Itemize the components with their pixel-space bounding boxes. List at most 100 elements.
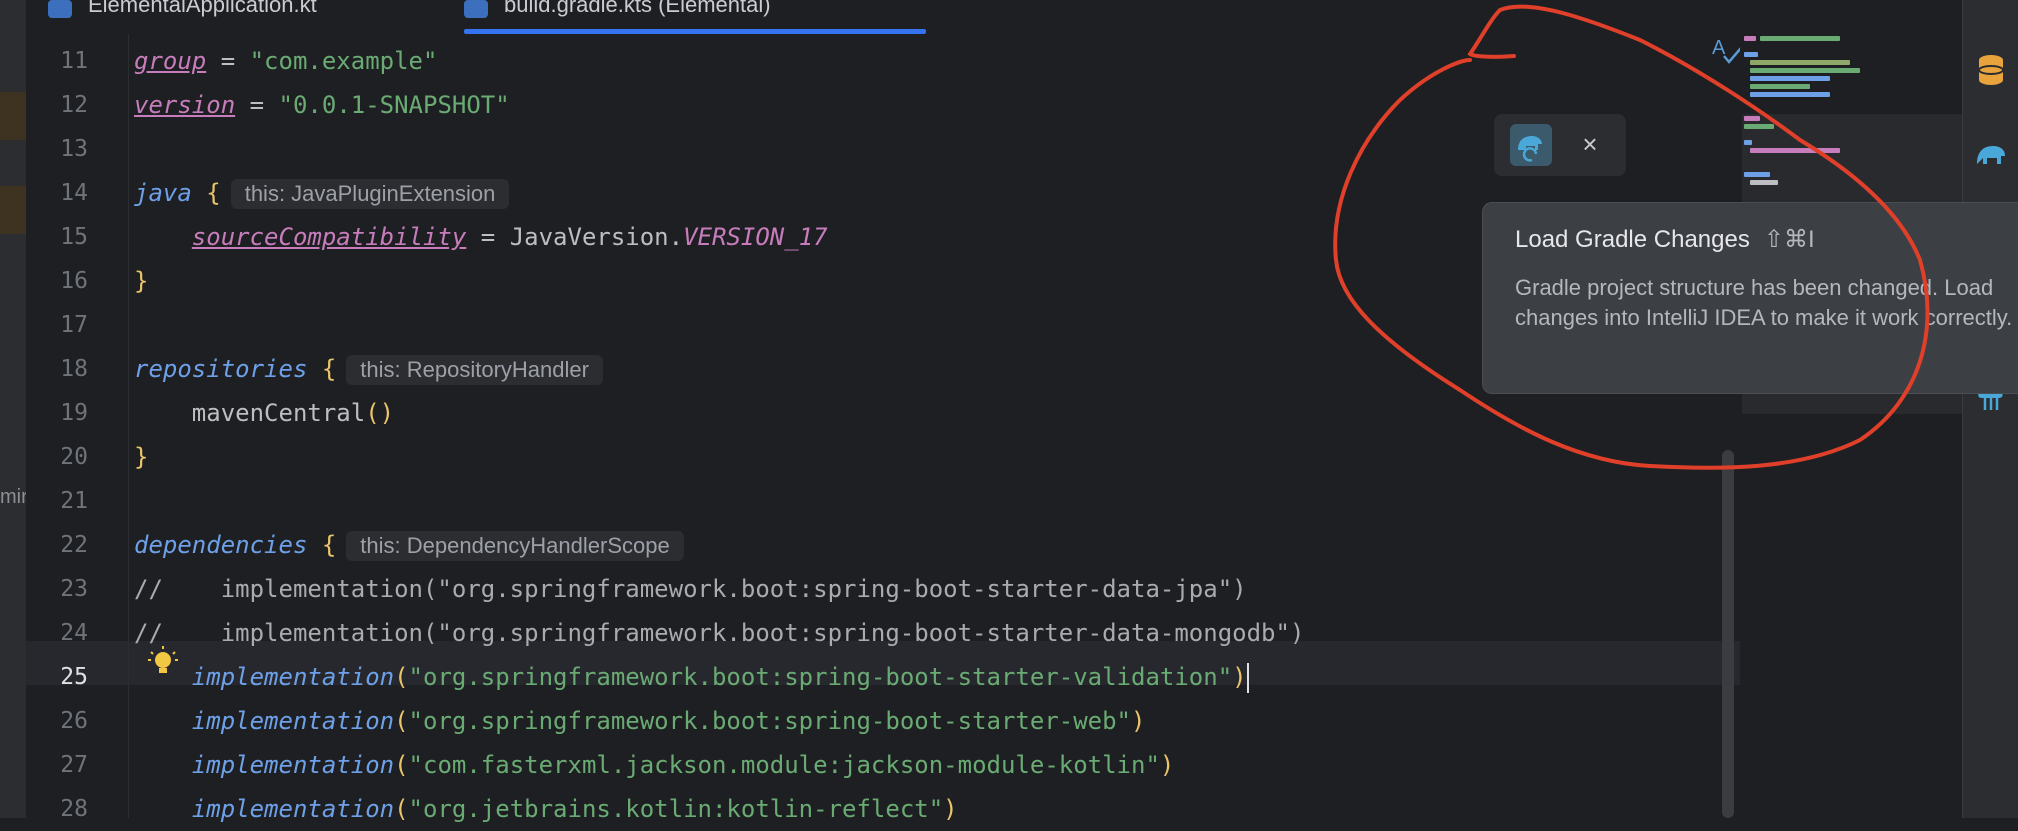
minimap-line: [1750, 148, 1840, 153]
code-line-14: java { this: JavaPluginExtension: [134, 171, 510, 215]
function-call: mavenCentral: [134, 399, 366, 427]
gradle-icon[interactable]: [1973, 136, 2009, 172]
paren: (: [394, 663, 409, 691]
line-number: 14: [60, 180, 88, 206]
minimap-line: [1744, 172, 1770, 177]
keyword: repositories: [134, 355, 308, 383]
code-line-23: // implementation("org.springframework.b…: [134, 575, 1247, 603]
minimap-line: [1744, 140, 1752, 145]
line-number-gutter[interactable]: 11 12 13 14 15 16 17 18 19 20 21 22 23 2…: [26, 34, 128, 822]
operator: = JavaVersion.: [466, 223, 684, 251]
tooltip-title-text: Load Gradle Changes: [1515, 226, 1750, 253]
minimap-line: [1744, 36, 1756, 41]
string-literal: "com.fasterxml.jackson.module:jackson-mo…: [408, 751, 1160, 779]
line-number: 18: [60, 356, 88, 382]
minimap-line: [1750, 84, 1810, 89]
line-number: 16: [60, 268, 88, 294]
tab-label: build.gradle.kts (Elemental): [504, 0, 771, 17]
gradle-file-icon: [464, 0, 488, 18]
paren: (: [394, 751, 409, 779]
tab-build-gradle[interactable]: build.gradle.kts (Elemental): [464, 0, 926, 34]
line-number: 13: [60, 136, 88, 162]
text-caret: [1246, 663, 1249, 693]
brace: {: [206, 179, 221, 207]
keyword: implementation: [191, 707, 395, 735]
keyword: implementation: [191, 751, 395, 779]
inlay-hint[interactable]: this: DependencyHandlerScope: [346, 531, 684, 561]
paren: ): [943, 795, 958, 823]
minimap-line: [1750, 60, 1850, 65]
minimap-line: [1744, 124, 1774, 129]
line-number: 23: [60, 576, 88, 602]
code-line-24: // implementation("org.springframework.b…: [134, 619, 1305, 647]
change-marker: [0, 92, 26, 140]
brace: }: [134, 443, 149, 471]
code-line-11: group = "com.example": [134, 39, 437, 83]
string-literal: "com.example": [249, 47, 438, 75]
keyword: java: [134, 179, 192, 207]
line-number: 17: [60, 312, 88, 338]
gradle-load-changes-popup: ×: [1494, 114, 1626, 176]
tooltip-shortcut: ⇧⌘I: [1763, 226, 1815, 253]
line-number: 26: [60, 708, 88, 734]
change-marker: [0, 186, 26, 234]
paren: (): [365, 399, 395, 427]
dismiss-button[interactable]: ×: [1574, 126, 1606, 162]
string-literal: "org.springframework.boot:spring-boot-st…: [408, 707, 1132, 735]
line-number: 27: [60, 752, 88, 778]
string-literal: "org.springframework.boot:spring-boot-st…: [408, 663, 1233, 691]
line-number: 24: [60, 620, 88, 646]
line-number: 20: [60, 444, 88, 470]
minimap-line: [1750, 92, 1830, 97]
tab-label: ElementalApplication.kt: [88, 0, 317, 17]
code-line-26: implementation("org.springframework.boot…: [134, 699, 1146, 743]
paren: ): [1159, 751, 1175, 779]
code-line-18: repositories { this: RepositoryHandler: [134, 347, 603, 391]
brace: {: [321, 355, 337, 383]
left-panel-edge: mir: [0, 0, 28, 818]
panel-text-fragment: mir: [0, 486, 28, 508]
database-icon[interactable]: [1973, 52, 2009, 88]
constant: VERSION_17: [683, 223, 828, 251]
line-number: 22: [60, 532, 88, 558]
minimap-line: [1744, 116, 1760, 121]
line-number: 11: [60, 48, 88, 74]
brace: }: [134, 267, 149, 295]
code-line-28: implementation("org.jetbrains.kotlin:kot…: [134, 787, 958, 831]
code-line-12: version = "0.0.1-SNAPSHOT": [134, 83, 510, 127]
spellcheck-icon[interactable]: A: [1710, 36, 1744, 66]
string-literal: "org.jetbrains.kotlin:kotlin-reflect": [408, 795, 944, 823]
minimap-line: [1750, 180, 1778, 185]
minimap-line: [1750, 76, 1830, 81]
lightbulb-icon[interactable]: [148, 646, 178, 680]
brace: {: [321, 531, 337, 559]
code-editor[interactable]: 11 12 13 14 15 16 17 18 19 20 21 22 23 2…: [26, 34, 1740, 823]
tooltip-body: Gradle project structure has been change…: [1515, 275, 2013, 330]
code-line-20: }: [134, 435, 148, 479]
keyword: dependencies: [134, 531, 308, 559]
right-tool-window-bar: [1962, 0, 2018, 818]
line-number: 28: [60, 796, 88, 822]
vertical-scrollbar[interactable]: [1722, 450, 1734, 818]
line-number: 21: [60, 488, 88, 514]
paren: ): [1232, 663, 1247, 691]
line-number: 12: [60, 92, 88, 118]
line-number: 15: [60, 224, 88, 250]
load-gradle-changes-button[interactable]: [1510, 124, 1552, 166]
string-literal: "0.0.1-SNAPSHOT": [278, 91, 510, 119]
inlay-hint[interactable]: this: JavaPluginExtension: [230, 179, 510, 209]
svg-text:A: A: [1712, 37, 1726, 59]
tab-elemental-application[interactable]: ElementalApplication.kt: [48, 0, 418, 34]
kotlin-file-icon: [48, 0, 72, 18]
line-number: 19: [60, 400, 88, 426]
code-line-22: dependencies { this: DependencyHandlerSco…: [134, 523, 684, 567]
paren: (: [394, 795, 409, 823]
property-group: group: [134, 47, 207, 75]
gutter-divider: [128, 34, 129, 818]
keyword: implementation: [191, 663, 395, 691]
code-minimap[interactable]: [1740, 34, 1962, 818]
inlay-hint[interactable]: this: RepositoryHandler: [346, 355, 603, 385]
editor-tab-bar: ElementalApplication.kt build.gradle.kts…: [26, 0, 1962, 35]
code-line-16: }: [134, 259, 148, 303]
